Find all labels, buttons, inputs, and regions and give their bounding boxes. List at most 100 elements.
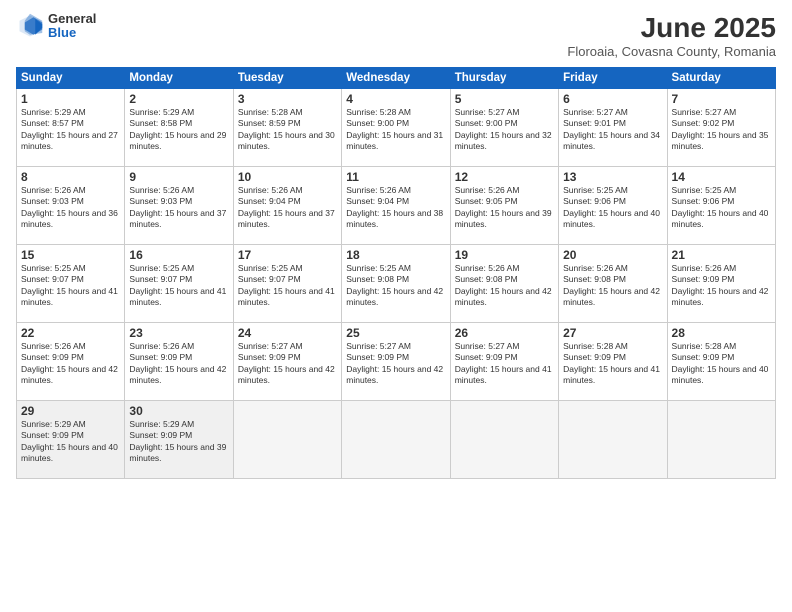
day-info: Sunrise: 5:28 AMSunset: 9:09 PMDaylight:… [563, 341, 662, 387]
week-row-5: 29Sunrise: 5:29 AMSunset: 9:09 PMDayligh… [17, 401, 776, 479]
col-header-friday: Friday [559, 68, 667, 89]
day-number: 2 [129, 92, 228, 106]
day-cell: 27Sunrise: 5:28 AMSunset: 9:09 PMDayligh… [559, 323, 667, 401]
day-number: 24 [238, 326, 337, 340]
col-header-monday: Monday [125, 68, 233, 89]
day-number: 14 [672, 170, 771, 184]
logo-blue: Blue [48, 26, 96, 40]
day-number: 23 [129, 326, 228, 340]
day-cell: 1Sunrise: 5:29 AMSunset: 8:57 PMDaylight… [17, 89, 125, 167]
day-info: Sunrise: 5:28 AMSunset: 8:59 PMDaylight:… [238, 107, 337, 153]
day-cell: 3Sunrise: 5:28 AMSunset: 8:59 PMDaylight… [233, 89, 341, 167]
day-number: 15 [21, 248, 120, 262]
day-cell [667, 401, 775, 479]
day-cell: 17Sunrise: 5:25 AMSunset: 9:07 PMDayligh… [233, 245, 341, 323]
day-info: Sunrise: 5:26 AMSunset: 9:03 PMDaylight:… [129, 185, 228, 231]
day-info: Sunrise: 5:27 AMSunset: 9:02 PMDaylight:… [672, 107, 771, 153]
calendar-title: June 2025 [567, 12, 776, 44]
day-info: Sunrise: 5:25 AMSunset: 9:07 PMDaylight:… [129, 263, 228, 309]
logo-general: General [48, 12, 96, 26]
day-number: 22 [21, 326, 120, 340]
day-number: 8 [21, 170, 120, 184]
day-number: 11 [346, 170, 445, 184]
col-header-tuesday: Tuesday [233, 68, 341, 89]
day-info: Sunrise: 5:26 AMSunset: 9:04 PMDaylight:… [346, 185, 445, 231]
day-number: 25 [346, 326, 445, 340]
day-info: Sunrise: 5:29 AMSunset: 9:09 PMDaylight:… [129, 419, 228, 465]
day-number: 4 [346, 92, 445, 106]
day-cell: 5Sunrise: 5:27 AMSunset: 9:00 PMDaylight… [450, 89, 558, 167]
day-cell: 28Sunrise: 5:28 AMSunset: 9:09 PMDayligh… [667, 323, 775, 401]
day-info: Sunrise: 5:27 AMSunset: 9:01 PMDaylight:… [563, 107, 662, 153]
day-cell: 19Sunrise: 5:26 AMSunset: 9:08 PMDayligh… [450, 245, 558, 323]
day-number: 6 [563, 92, 662, 106]
col-header-thursday: Thursday [450, 68, 558, 89]
day-cell: 2Sunrise: 5:29 AMSunset: 8:58 PMDaylight… [125, 89, 233, 167]
day-number: 20 [563, 248, 662, 262]
day-number: 28 [672, 326, 771, 340]
day-info: Sunrise: 5:26 AMSunset: 9:05 PMDaylight:… [455, 185, 554, 231]
week-row-2: 8Sunrise: 5:26 AMSunset: 9:03 PMDaylight… [17, 167, 776, 245]
title-block: June 2025 Floroaia, Covasna County, Roma… [567, 12, 776, 59]
day-number: 1 [21, 92, 120, 106]
day-cell: 7Sunrise: 5:27 AMSunset: 9:02 PMDaylight… [667, 89, 775, 167]
day-cell: 13Sunrise: 5:25 AMSunset: 9:06 PMDayligh… [559, 167, 667, 245]
day-info: Sunrise: 5:27 AMSunset: 9:00 PMDaylight:… [455, 107, 554, 153]
day-cell: 16Sunrise: 5:25 AMSunset: 9:07 PMDayligh… [125, 245, 233, 323]
day-number: 7 [672, 92, 771, 106]
calendar-table: SundayMondayTuesdayWednesdayThursdayFrid… [16, 67, 776, 479]
day-cell [559, 401, 667, 479]
day-number: 3 [238, 92, 337, 106]
day-cell [342, 401, 450, 479]
day-cell: 8Sunrise: 5:26 AMSunset: 9:03 PMDaylight… [17, 167, 125, 245]
day-number: 26 [455, 326, 554, 340]
day-info: Sunrise: 5:26 AMSunset: 9:09 PMDaylight:… [21, 341, 120, 387]
logo-text: General Blue [48, 12, 96, 41]
day-cell: 4Sunrise: 5:28 AMSunset: 9:00 PMDaylight… [342, 89, 450, 167]
day-number: 10 [238, 170, 337, 184]
day-cell: 25Sunrise: 5:27 AMSunset: 9:09 PMDayligh… [342, 323, 450, 401]
day-cell: 6Sunrise: 5:27 AMSunset: 9:01 PMDaylight… [559, 89, 667, 167]
day-cell: 22Sunrise: 5:26 AMSunset: 9:09 PMDayligh… [17, 323, 125, 401]
day-info: Sunrise: 5:26 AMSunset: 9:09 PMDaylight:… [129, 341, 228, 387]
day-cell: 23Sunrise: 5:26 AMSunset: 9:09 PMDayligh… [125, 323, 233, 401]
day-info: Sunrise: 5:28 AMSunset: 9:00 PMDaylight:… [346, 107, 445, 153]
calendar-page: General Blue June 2025 Floroaia, Covasna… [0, 0, 792, 612]
logo: General Blue [16, 12, 96, 41]
col-header-saturday: Saturday [667, 68, 775, 89]
day-info: Sunrise: 5:25 AMSunset: 9:06 PMDaylight:… [563, 185, 662, 231]
day-info: Sunrise: 5:25 AMSunset: 9:07 PMDaylight:… [21, 263, 120, 309]
week-row-1: 1Sunrise: 5:29 AMSunset: 8:57 PMDaylight… [17, 89, 776, 167]
day-cell: 20Sunrise: 5:26 AMSunset: 9:08 PMDayligh… [559, 245, 667, 323]
day-info: Sunrise: 5:26 AMSunset: 9:09 PMDaylight:… [672, 263, 771, 309]
day-number: 30 [129, 404, 228, 418]
day-info: Sunrise: 5:25 AMSunset: 9:07 PMDaylight:… [238, 263, 337, 309]
col-header-wednesday: Wednesday [342, 68, 450, 89]
day-info: Sunrise: 5:29 AMSunset: 9:09 PMDaylight:… [21, 419, 120, 465]
day-cell: 10Sunrise: 5:26 AMSunset: 9:04 PMDayligh… [233, 167, 341, 245]
day-number: 12 [455, 170, 554, 184]
header: General Blue June 2025 Floroaia, Covasna… [16, 12, 776, 59]
day-info: Sunrise: 5:26 AMSunset: 9:03 PMDaylight:… [21, 185, 120, 231]
day-number: 27 [563, 326, 662, 340]
col-header-sunday: Sunday [17, 68, 125, 89]
day-info: Sunrise: 5:27 AMSunset: 9:09 PMDaylight:… [238, 341, 337, 387]
day-info: Sunrise: 5:28 AMSunset: 9:09 PMDaylight:… [672, 341, 771, 387]
day-cell: 30Sunrise: 5:29 AMSunset: 9:09 PMDayligh… [125, 401, 233, 479]
day-number: 19 [455, 248, 554, 262]
day-cell [233, 401, 341, 479]
day-cell: 24Sunrise: 5:27 AMSunset: 9:09 PMDayligh… [233, 323, 341, 401]
day-number: 5 [455, 92, 554, 106]
header-row: SundayMondayTuesdayWednesdayThursdayFrid… [17, 68, 776, 89]
calendar-subtitle: Floroaia, Covasna County, Romania [567, 44, 776, 59]
day-number: 13 [563, 170, 662, 184]
day-info: Sunrise: 5:26 AMSunset: 9:08 PMDaylight:… [455, 263, 554, 309]
day-number: 29 [21, 404, 120, 418]
day-number: 16 [129, 248, 228, 262]
day-info: Sunrise: 5:26 AMSunset: 9:08 PMDaylight:… [563, 263, 662, 309]
day-cell: 18Sunrise: 5:25 AMSunset: 9:08 PMDayligh… [342, 245, 450, 323]
day-number: 17 [238, 248, 337, 262]
day-cell [450, 401, 558, 479]
day-info: Sunrise: 5:29 AMSunset: 8:57 PMDaylight:… [21, 107, 120, 153]
day-number: 9 [129, 170, 228, 184]
